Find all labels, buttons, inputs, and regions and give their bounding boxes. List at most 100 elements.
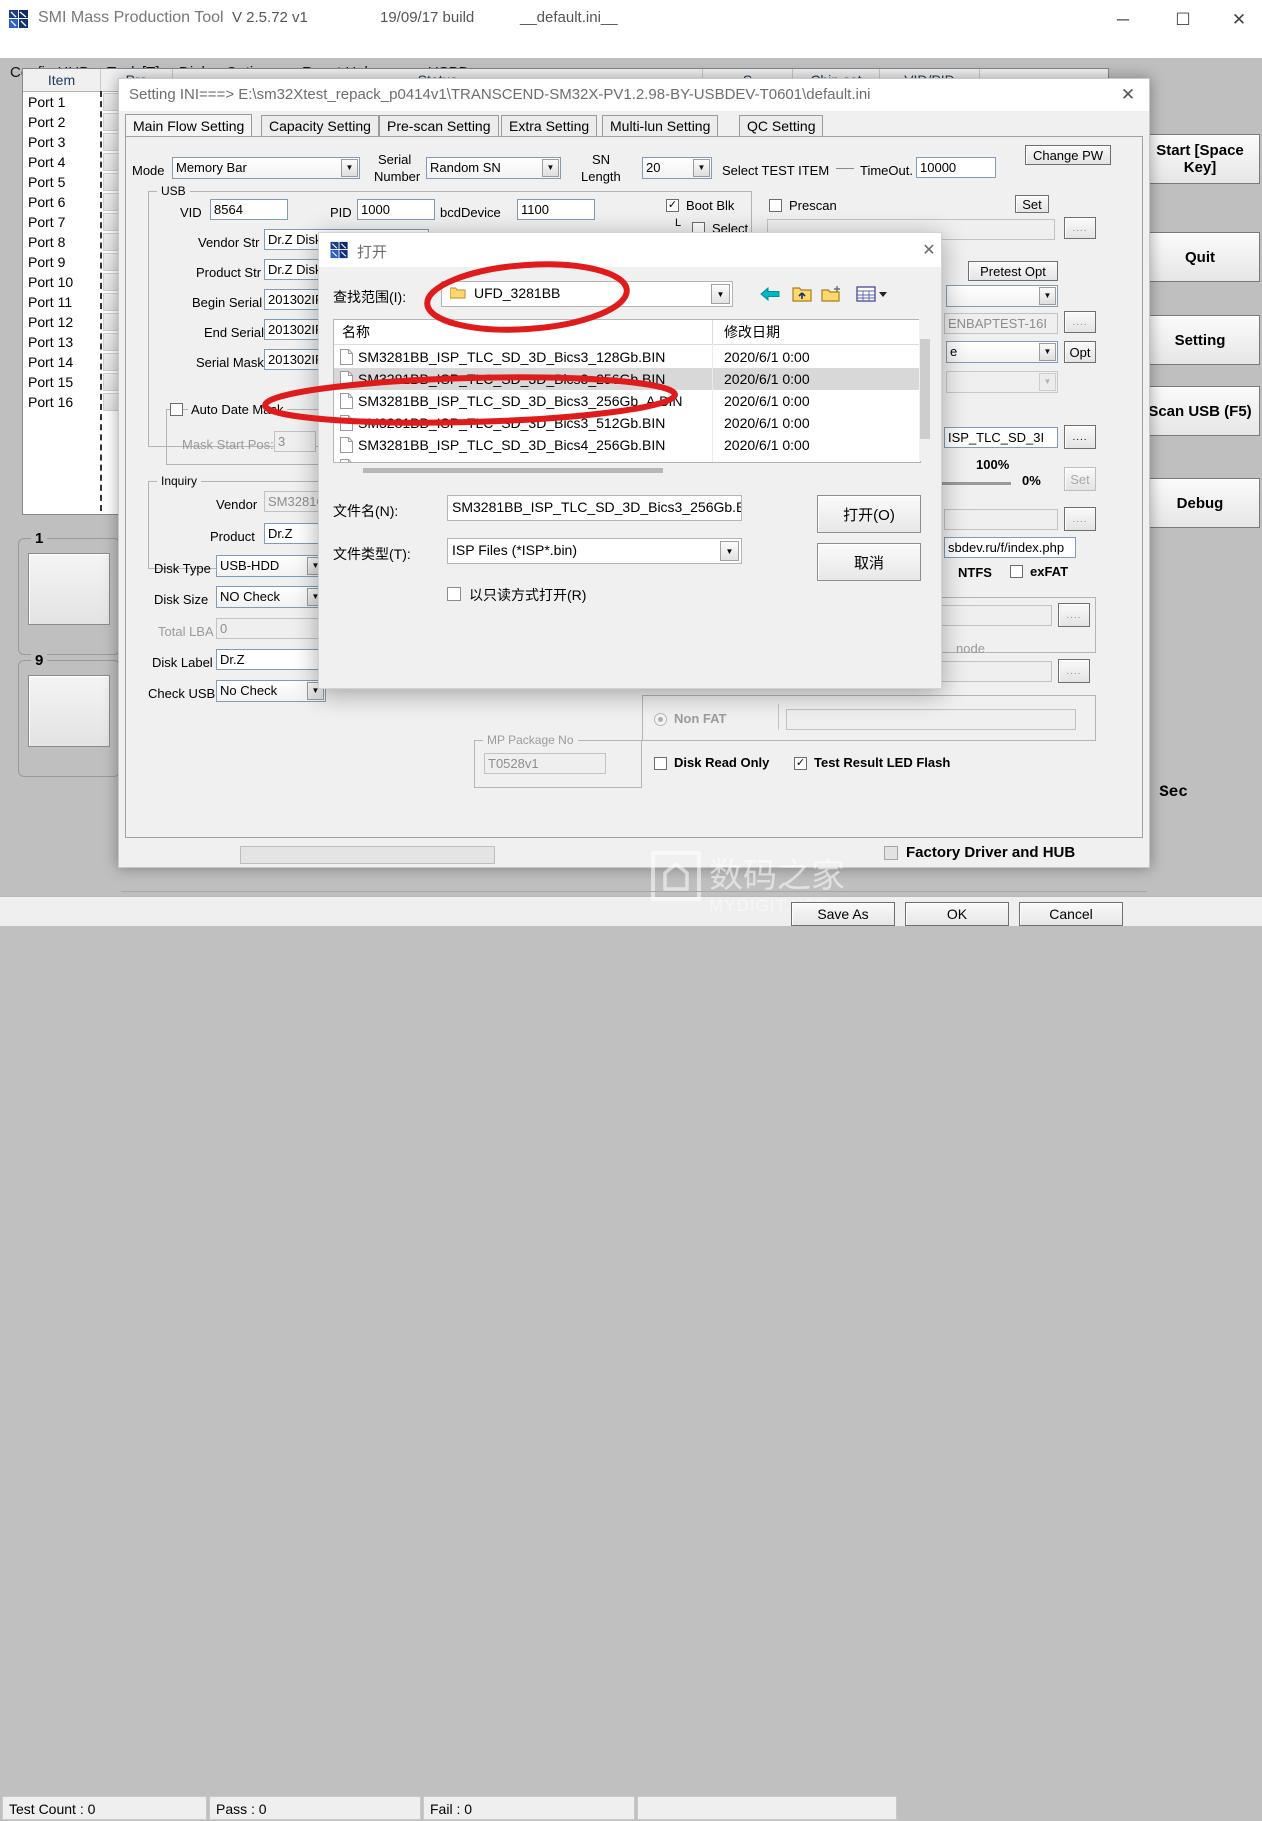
- file-list[interactable]: 名称 修改日期 SM3281BB_ISP_TLC_SD_3D_Bics3_128…: [333, 319, 921, 463]
- disk-label-input[interactable]: Dr.Z: [216, 649, 326, 670]
- prescan-checkbox[interactable]: [769, 199, 782, 212]
- column-name[interactable]: 名称: [342, 322, 370, 342]
- url-browse-button-top[interactable]: ....: [1064, 507, 1096, 531]
- port-row-14[interactable]: Port 14: [26, 352, 73, 372]
- misc-browse-2[interactable]: ....: [1058, 659, 1090, 683]
- mode-select[interactable]: Memory Bar ▼: [172, 157, 360, 179]
- chevron-down-icon[interactable]: ▼: [720, 541, 739, 561]
- port-row-15[interactable]: Port 15: [26, 372, 73, 392]
- tab-main-flow-setting[interactable]: Main Flow Setting: [125, 114, 253, 138]
- port-row-11[interactable]: Port 11: [26, 292, 72, 312]
- open-cancel-button[interactable]: 取消: [817, 543, 921, 581]
- setting-dialog-close-icon[interactable]: ✕: [1114, 83, 1142, 107]
- open-confirm-button[interactable]: 打开(O): [817, 495, 921, 533]
- file-row[interactable]: SM3281BB_ISP_TLC_SD_3D_Bics4_256Gb.BIN 2…: [334, 434, 920, 456]
- port-row-9[interactable]: Port 9: [26, 252, 65, 272]
- check-usb-select[interactable]: No Check ▼: [216, 680, 326, 702]
- start-button[interactable]: Start [Space Key]: [1140, 134, 1260, 184]
- misc-input-1[interactable]: [938, 605, 1052, 626]
- port-row-3[interactable]: Port 3: [26, 132, 65, 152]
- tab-qc-setting[interactable]: QC Setting: [739, 115, 824, 137]
- test-result-led-checkbox[interactable]: ✓: [794, 757, 807, 770]
- port-row-4[interactable]: Port 4: [26, 152, 65, 172]
- tab-prescan-setting[interactable]: Pre-scan Setting: [379, 115, 499, 137]
- port-row-1[interactable]: Port 1: [26, 92, 65, 112]
- file-row[interactable]: SM3281BB_ISP_TLC_SD_3D_Bics3_512Gb.BIN 2…: [334, 412, 920, 434]
- chevron-down-icon[interactable]: ▼: [341, 159, 358, 177]
- file-row[interactable]: SM3281BB_ISP_TLC_SD_3D_Bics3_256Gb_A.BIN…: [334, 390, 920, 412]
- benchmark-input[interactable]: ENBAPTEST-16I: [944, 313, 1058, 334]
- fat-path-input[interactable]: [786, 709, 1076, 730]
- scan-usb-button[interactable]: Scan USB (F5): [1140, 386, 1260, 436]
- change-pw-button[interactable]: Change PW: [1025, 145, 1111, 165]
- scrollbar-thumb-vertical[interactable]: [920, 339, 930, 439]
- select-browse-button[interactable]: ....: [1064, 217, 1096, 239]
- file-type-select[interactable]: ISP Files (*ISP*.bin) ▼: [447, 538, 742, 564]
- vid-input[interactable]: 8564: [210, 199, 288, 220]
- port-row-6[interactable]: Port 6: [26, 192, 65, 212]
- port-row-16[interactable]: Port 16: [26, 392, 73, 412]
- disk-read-only-checkbox[interactable]: [654, 757, 667, 770]
- misc-browse-1[interactable]: ....: [1058, 603, 1090, 627]
- save-as-button[interactable]: Save As: [791, 902, 895, 926]
- column-divider[interactable]: [712, 320, 713, 344]
- file-row[interactable]: SM3281BB_ISP_TLC_SD_15nm.BIN 2020/6/1 0:…: [334, 456, 920, 462]
- auto-date-mask-checkbox[interactable]: [170, 403, 183, 416]
- port-row-10[interactable]: Port 10: [26, 272, 73, 292]
- file-row[interactable]: SM3281BB_ISP_TLC_SD_3D_Bics3_128Gb.BIN 2…: [334, 346, 920, 368]
- view-list-icon[interactable]: [853, 281, 893, 307]
- pid-input[interactable]: 1000: [357, 199, 435, 220]
- look-in-select[interactable]: UFD_3281BB ▼: [441, 281, 733, 307]
- port-row-12[interactable]: Port 12: [26, 312, 73, 332]
- mp-mode-select[interactable]: e ▼: [946, 341, 1058, 363]
- preview-box-1[interactable]: [28, 553, 110, 625]
- file-name-input[interactable]: SM3281BB_ISP_TLC_SD_3D_Bics3_256Gb.BIN: [447, 495, 742, 521]
- file-row[interactable]: SM3281BB_ISP_TLC_SD_3D_Bics3_256Gb.BIN 2…: [334, 368, 920, 390]
- tab-multi-lun-setting[interactable]: Multi-lun Setting: [602, 115, 719, 137]
- non-fat-radio[interactable]: [654, 713, 667, 726]
- set-button-1[interactable]: Set: [1015, 195, 1049, 213]
- chevron-down-icon[interactable]: ▼: [542, 159, 559, 177]
- pretest-opt-button[interactable]: Pretest Opt: [968, 261, 1058, 281]
- open-readonly-checkbox[interactable]: [447, 587, 461, 601]
- isp-file-input[interactable]: ISP_TLC_SD_3I: [944, 427, 1058, 448]
- column-modified[interactable]: 修改日期: [724, 322, 780, 342]
- port-row-7[interactable]: Port 7: [26, 212, 65, 232]
- open-dialog-close-icon[interactable]: ✕: [917, 238, 941, 262]
- setting-button[interactable]: Setting: [1140, 315, 1260, 365]
- chevron-down-icon[interactable]: ▼: [711, 284, 730, 304]
- new-folder-icon[interactable]: [819, 281, 845, 307]
- serial-number-select[interactable]: Random SN ▼: [426, 157, 561, 179]
- cancel-button[interactable]: Cancel: [1019, 902, 1123, 926]
- bcddevice-input[interactable]: 1100: [517, 199, 595, 220]
- port-row-2[interactable]: Port 2: [26, 112, 65, 132]
- progress-slider[interactable]: [936, 482, 1011, 485]
- ok-button[interactable]: OK: [905, 902, 1009, 926]
- factory-driver-checkbox[interactable]: [884, 846, 898, 860]
- tab-capacity-setting[interactable]: Capacity Setting: [261, 115, 379, 137]
- misc-input-2[interactable]: [938, 661, 1052, 682]
- benchmark-browse-button[interactable]: ....: [1064, 311, 1096, 333]
- port-row-8[interactable]: Port 8: [26, 232, 65, 252]
- exfat-checkbox[interactable]: [1010, 565, 1023, 578]
- quit-button[interactable]: Quit: [1140, 232, 1260, 282]
- chevron-down-icon[interactable]: ▼: [693, 159, 710, 177]
- preview-box-9[interactable]: [28, 675, 110, 747]
- debug-button[interactable]: Debug: [1140, 478, 1260, 528]
- file-list-scrollbar-horizontal[interactable]: [333, 465, 919, 476]
- file-list-scrollbar-vertical[interactable]: [919, 319, 931, 461]
- port-row-5[interactable]: Port 5: [26, 172, 65, 192]
- url-input[interactable]: sbdev.ru/f/index.php: [944, 537, 1076, 558]
- isp-browse-button[interactable]: ....: [1064, 425, 1096, 449]
- port-row-13[interactable]: Port 13: [26, 332, 73, 352]
- disk-size-select[interactable]: NO Check ▼: [216, 586, 326, 608]
- boot-blk-checkbox[interactable]: ✓: [666, 199, 679, 212]
- sn-length-select[interactable]: 20 ▼: [642, 157, 712, 179]
- url-input-top[interactable]: [944, 509, 1058, 530]
- up-folder-icon[interactable]: [789, 281, 815, 307]
- back-arrow-icon[interactable]: [757, 281, 783, 307]
- column-item[interactable]: Item: [23, 69, 101, 91]
- scrollbar-thumb-horizontal[interactable]: [363, 468, 663, 473]
- timeout-input[interactable]: 10000: [916, 157, 996, 178]
- opt-button[interactable]: Opt: [1064, 341, 1096, 363]
